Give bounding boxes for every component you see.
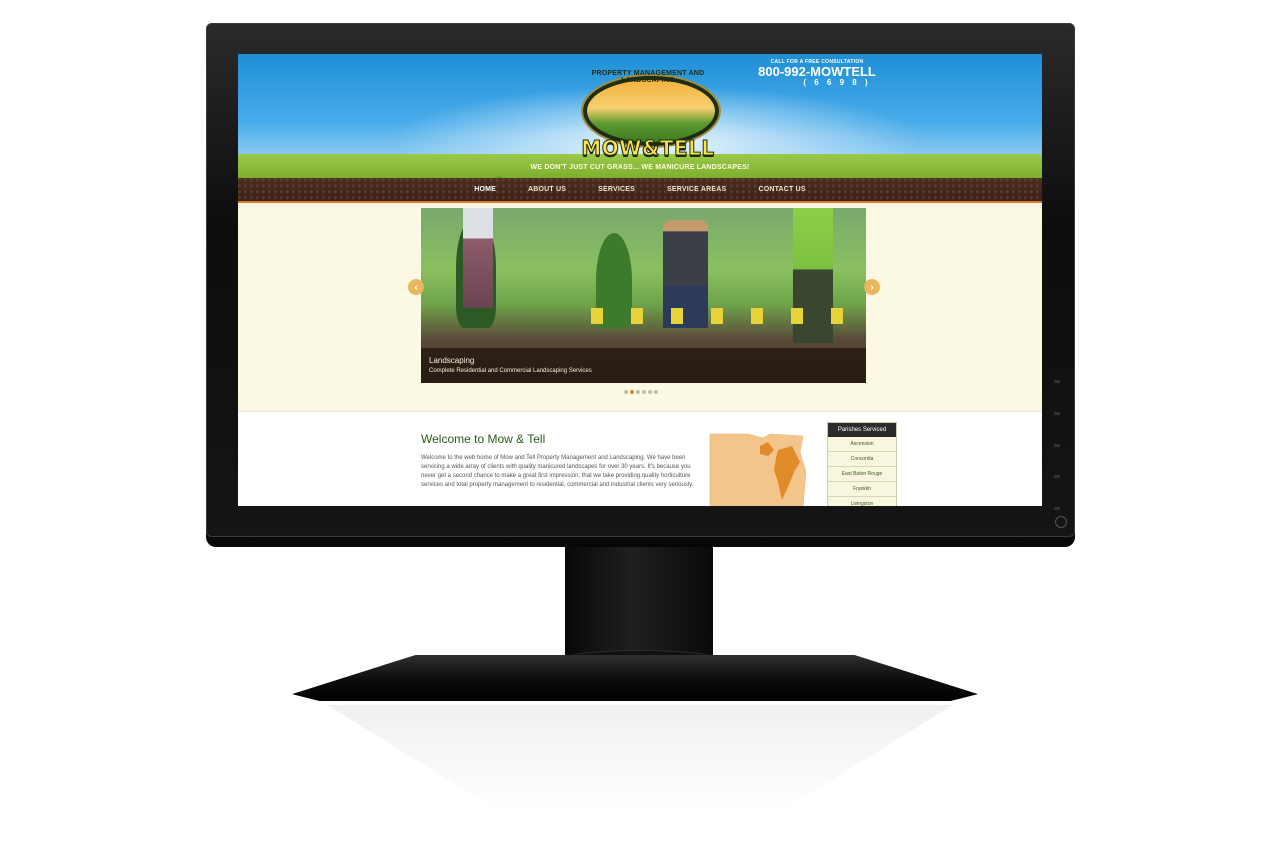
slider-dot[interactable] — [642, 390, 646, 394]
slider-dot[interactable] — [624, 390, 628, 394]
main-nav: HOME ABOUT US SERVICES SERVICE AREAS CON… — [238, 178, 1042, 203]
logo-arc-text: PROPERTY MANAGEMENT AND LANDSCAPING — [591, 70, 705, 84]
slider-caption: Landscaping Complete Residential and Com… — [421, 348, 866, 383]
nav-contact-us[interactable]: CONTACT US — [742, 186, 821, 193]
welcome-text: Welcome to the web home of Mow and Tell … — [421, 455, 694, 488]
chevron-right-icon: › — [870, 281, 874, 293]
welcome-title: Welcome to Mow & Tell — [421, 432, 546, 446]
parishes-panel: Parishes Serviced Ascension Concordia Ea… — [827, 422, 897, 506]
parish-item[interactable]: Ascension — [828, 437, 896, 452]
slider-dot[interactable] — [648, 390, 652, 394]
main-content: Welcome to Mow & Tell Welcome to the web… — [238, 411, 1042, 506]
slider-dot[interactable] — [654, 390, 658, 394]
header-hero: PROPERTY MANAGEMENT AND LANDSCAPING MOW&… — [238, 54, 1042, 178]
phone-contact: CALL FOR A FREE CONSULTATION 800-992-MOW… — [752, 59, 882, 87]
slide-plant-pots — [591, 308, 851, 324]
browser-screen: PROPERTY MANAGEMENT AND LANDSCAPING MOW&… — [238, 54, 1042, 506]
slide-worker — [463, 208, 493, 308]
slider-caption-title: Landscaping — [429, 356, 475, 365]
nav-home[interactable]: HOME — [458, 186, 512, 193]
floor-reflection — [327, 705, 953, 815]
site-logo[interactable]: PROPERTY MANAGEMENT AND LANDSCAPING MOW&… — [578, 70, 719, 162]
slider-pagination — [624, 390, 658, 394]
service-area-map[interactable] — [708, 432, 808, 506]
nav-services[interactable]: SERVICES — [582, 186, 651, 193]
slider-caption-text: Complete Residential and Commercial Land… — [429, 368, 592, 374]
parish-item[interactable]: East Baton Rouge — [828, 467, 896, 482]
slider-next-button[interactable]: › — [864, 279, 880, 295]
phone-number[interactable]: 800-992-MOWTELL — [752, 65, 882, 78]
nav-about-us[interactable]: ABOUT US — [512, 186, 582, 193]
parish-item[interactable]: Livingston — [828, 497, 896, 506]
monitor-base — [292, 655, 978, 701]
parish-item[interactable]: Franklin — [828, 482, 896, 497]
phone-digits: ( 6 6 9 8 ) — [803, 78, 871, 87]
slider-prev-button[interactable]: ‹ — [408, 279, 424, 295]
nav-service-areas[interactable]: SERVICE AREAS — [651, 186, 742, 193]
power-icon[interactable] — [1055, 516, 1067, 528]
slider-dot[interactable] — [630, 390, 634, 394]
bezel-buttons — [1052, 380, 1062, 510]
parish-item[interactable]: Concordia — [828, 452, 896, 467]
slider-dot[interactable] — [636, 390, 640, 394]
logo-wordmark: MOW&TELL — [581, 136, 715, 161]
parishes-heading: Parishes Serviced — [828, 423, 896, 437]
chevron-left-icon: ‹ — [414, 281, 418, 293]
monitor-neck — [565, 547, 713, 659]
site-tagline: WE DON'T JUST CUT GRASS... WE MANICURE L… — [530, 164, 750, 171]
